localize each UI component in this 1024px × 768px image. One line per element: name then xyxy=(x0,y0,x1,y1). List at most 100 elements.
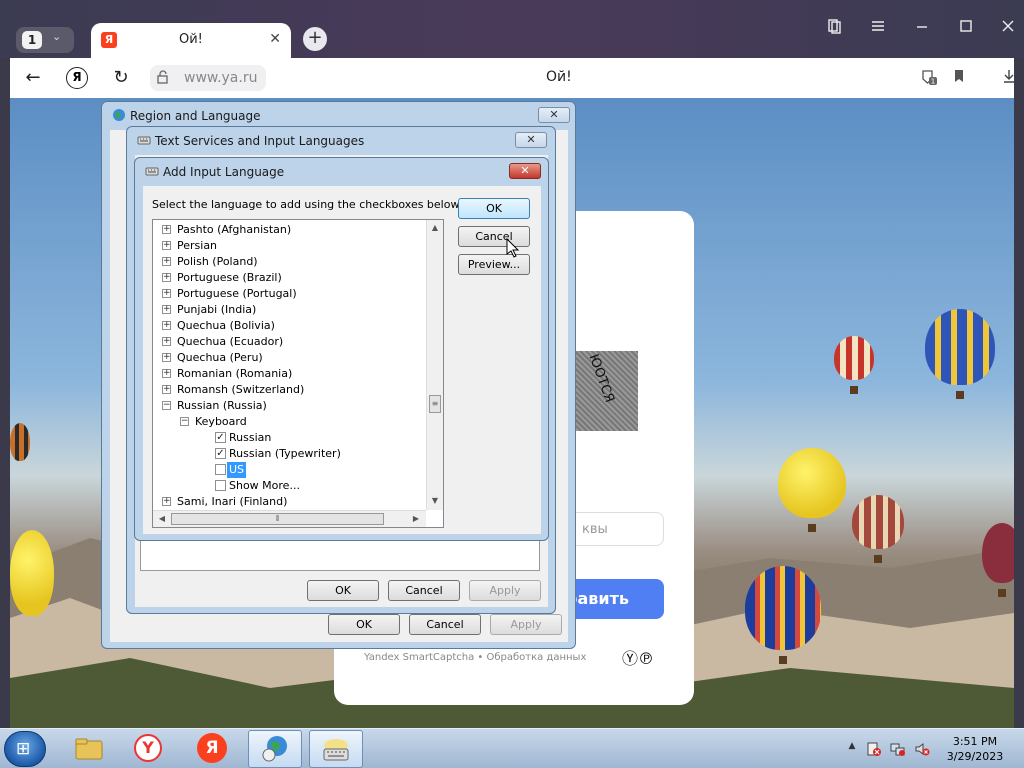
tree-item-label: Portuguese (Portugal) xyxy=(177,287,297,300)
balloon-decoration xyxy=(925,309,995,399)
taskbar-yandex[interactable]: Я xyxy=(185,730,239,768)
system-clock[interactable]: 3:51 PM 3/29/2023 xyxy=(940,734,1010,764)
region-ok-button[interactable]: OK xyxy=(328,614,400,635)
expand-icon[interactable]: + xyxy=(162,305,171,314)
mouse-cursor-icon xyxy=(506,238,520,258)
captcha-image-text: ЮОТСЯ xyxy=(585,352,617,405)
expand-icon[interactable]: + xyxy=(162,337,171,346)
folder-icon xyxy=(75,738,103,760)
region-close-button[interactable]: ✕ xyxy=(538,107,570,123)
text-services-close-button[interactable]: ✕ xyxy=(515,132,547,148)
tab-counter-button[interactable]: 1 ⌄ xyxy=(16,27,74,53)
tree-item-label: Portuguese (Brazil) xyxy=(177,271,282,284)
balloon-decoration xyxy=(10,530,54,616)
balloon-decoration xyxy=(10,423,30,461)
expand-icon[interactable]: + xyxy=(162,241,171,250)
text-services-ok-button[interactable]: OK xyxy=(307,580,379,601)
expand-icon[interactable]: + xyxy=(162,497,171,506)
tree-item-label: Quechua (Peru) xyxy=(177,351,263,364)
tree-horizontal-scrollbar[interactable]: ◀ ⦀ ▶ xyxy=(153,510,426,527)
tree-item-russian-layout[interactable]: ✓ Russian xyxy=(153,430,413,446)
layout-checkbox[interactable] xyxy=(215,464,226,475)
volume-muted-icon[interactable] xyxy=(914,741,930,757)
balloon-decoration xyxy=(852,495,904,563)
tree-item-label: Quechua (Bolivia) xyxy=(177,319,275,332)
layout-checkbox[interactable]: ✓ xyxy=(215,448,226,459)
back-arrow-icon[interactable]: ← xyxy=(20,66,46,90)
globe-clock-icon xyxy=(262,736,287,762)
show-hidden-icons-icon[interactable]: ▲ xyxy=(844,741,860,757)
captcha-input-placeholder: квы xyxy=(582,522,608,537)
tree-item-russian-typewriter[interactable]: ✓ Russian (Typewriter) xyxy=(153,446,413,462)
expand-icon[interactable]: + xyxy=(162,369,171,378)
tab-strip: 1 ⌄ Я Ой! ✕ + xyxy=(0,0,1024,58)
yandex-browser-icon: Y xyxy=(134,734,162,762)
captcha-image: ЮОТСЯ xyxy=(574,351,638,431)
close-tab-icon[interactable]: ✕ xyxy=(269,31,281,47)
tree-item-label: Romanian (Romania) xyxy=(177,367,293,380)
tree-item-label: Show More... xyxy=(229,479,300,492)
scroll-up-icon[interactable]: ▲ xyxy=(428,223,442,232)
add-language-instruction: Select the language to add using the che… xyxy=(152,198,462,211)
download-icon[interactable] xyxy=(998,68,1020,88)
taskbar-text-services[interactable] xyxy=(309,730,363,768)
scroll-right-icon[interactable]: ▶ xyxy=(409,514,423,523)
expand-icon[interactable]: + xyxy=(162,289,171,298)
scroll-down-icon[interactable]: ▼ xyxy=(428,496,442,505)
bookmark-icon[interactable] xyxy=(948,68,970,88)
collapse-icon[interactable]: − xyxy=(180,417,189,426)
network-icon[interactable] xyxy=(890,741,906,757)
bookmarks-panel-icon[interactable] xyxy=(822,18,846,38)
expand-icon[interactable]: + xyxy=(162,321,171,330)
tree-item-us-layout[interactable]: US xyxy=(153,462,413,478)
page-title: Ой! xyxy=(546,69,572,85)
expand-icon[interactable]: + xyxy=(162,273,171,282)
maximize-icon[interactable] xyxy=(954,18,978,38)
browser-tab[interactable]: Я Ой! ✕ xyxy=(91,23,291,58)
expand-icon[interactable]: + xyxy=(162,385,171,394)
text-services-apply-button[interactable]: Apply xyxy=(469,580,541,601)
taskbar-region-language[interactable] xyxy=(248,730,302,768)
globe-icon xyxy=(112,108,126,122)
close-window-icon[interactable] xyxy=(996,18,1020,38)
balloon-decoration xyxy=(834,336,874,394)
taskbar-explorer[interactable] xyxy=(62,730,116,768)
keyboard-icon xyxy=(137,133,151,147)
tree-item-label: Romansh (Switzerland) xyxy=(177,383,305,396)
captcha-footer[interactable]: Yandex SmartCaptcha • Обработка данных xyxy=(364,652,586,663)
tree-item-label: US xyxy=(227,462,247,478)
layout-checkbox[interactable] xyxy=(215,480,226,491)
collapse-icon[interactable]: − xyxy=(162,401,171,410)
vertical-scroll-thumb[interactable]: ≡ xyxy=(429,395,441,413)
expand-icon[interactable]: + xyxy=(162,225,171,234)
expand-icon[interactable]: + xyxy=(162,353,171,362)
menu-icon[interactable] xyxy=(866,18,890,38)
tree-item-label: Pashto (Afghanistan) xyxy=(177,223,292,236)
region-cancel-button[interactable]: Cancel xyxy=(409,614,481,635)
tree-item-label: Russian xyxy=(229,431,272,444)
layout-checkbox[interactable]: ✓ xyxy=(215,432,226,443)
protect-shield-icon[interactable]: 1 xyxy=(918,68,940,88)
horizontal-scroll-thumb[interactable]: ⦀ xyxy=(171,513,384,525)
start-button[interactable]: ⊞ xyxy=(4,731,46,767)
new-tab-button[interactable]: + xyxy=(303,27,327,51)
action-center-icon[interactable] xyxy=(866,741,882,757)
language-tree[interactable]: + Pashto (Afghanistan) + Persian + Polish (… xyxy=(152,219,444,528)
text-services-cancel-button[interactable]: Cancel xyxy=(388,580,460,601)
balloon-decoration xyxy=(982,523,1014,597)
url-field[interactable]: www.ya.ru xyxy=(150,65,266,91)
taskbar-yandex-browser[interactable]: Y xyxy=(121,730,175,768)
expand-icon[interactable]: + xyxy=(162,257,171,266)
add-language-close-button[interactable]: ✕ xyxy=(509,163,541,179)
tree-vertical-scrollbar[interactable]: ▲ ≡ ▼ xyxy=(426,220,443,510)
reload-icon[interactable]: ↻ xyxy=(108,66,134,90)
scroll-left-icon[interactable]: ◀ xyxy=(155,514,169,523)
add-language-ok-button[interactable]: OK xyxy=(458,198,530,219)
minimize-icon[interactable] xyxy=(910,18,934,38)
yandex-home-button[interactable]: Я xyxy=(66,67,88,89)
region-apply-button[interactable]: Apply xyxy=(490,614,562,635)
tree-item-show-more[interactable]: Show More... xyxy=(153,478,413,494)
tab-count: 1 xyxy=(22,31,42,49)
unlock-icon[interactable] xyxy=(156,70,172,86)
add-language-title: Add Input Language xyxy=(163,165,285,179)
